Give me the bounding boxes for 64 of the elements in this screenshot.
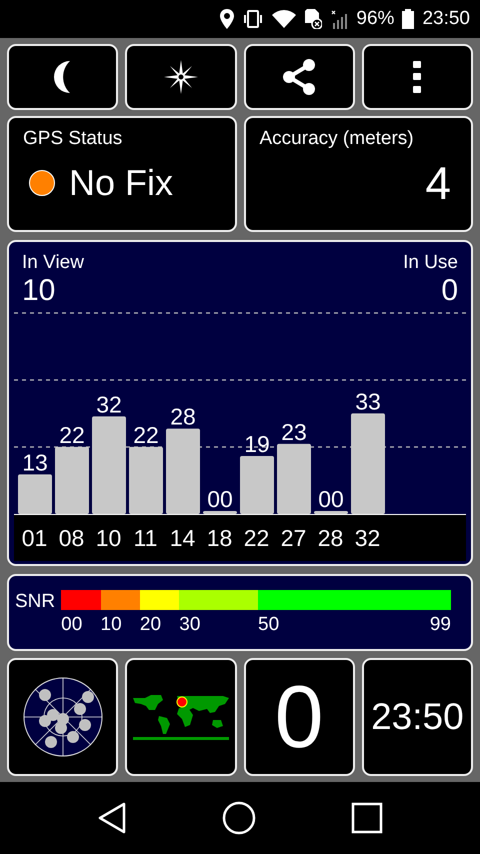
gps-status-value: No Fix <box>69 162 174 204</box>
clock-time: 23:50 <box>371 696 464 738</box>
satellite-id: 01 <box>20 524 48 552</box>
signal-bar <box>55 446 89 514</box>
satellite-id: 14 <box>168 524 196 552</box>
recents-icon <box>350 802 383 834</box>
snr-tick-label: 10 <box>100 614 122 636</box>
signal-bar <box>203 511 237 514</box>
in-use-label: In Use <box>403 252 458 274</box>
location-pin-icon <box>220 9 234 29</box>
signal-icon <box>330 9 348 29</box>
share-button[interactable] <box>244 44 355 110</box>
accuracy-value: 4 <box>425 156 451 210</box>
snr-tick-label: 30 <box>179 614 200 636</box>
battery-percent: 96% <box>356 8 394 30</box>
compass-rose-icon <box>164 60 198 94</box>
battery-icon <box>402 9 414 29</box>
home-icon <box>222 801 256 835</box>
night-mode-button[interactable] <box>7 44 118 110</box>
signal-value: 13 <box>22 449 48 476</box>
snr-tick-label: 99 <box>430 614 451 636</box>
satellite-id: 32 <box>354 524 382 552</box>
signal-value: 22 <box>59 422 85 448</box>
satellite-id: 22 <box>242 524 270 552</box>
in-view-label: In View <box>22 252 84 274</box>
satellite-id: 10 <box>94 524 122 552</box>
world-map-tile[interactable] <box>125 658 236 776</box>
compass-button[interactable] <box>125 44 236 110</box>
back-icon <box>97 802 128 834</box>
share-icon <box>282 59 316 95</box>
gps-status-title: GPS Status <box>23 128 124 150</box>
satellite-id: 18 <box>206 524 234 552</box>
signal-value: 00 <box>207 486 233 512</box>
satellites-used-count: 0 <box>274 666 324 768</box>
signal-value: 22 <box>133 422 159 448</box>
in-view-count: 10 <box>22 274 56 308</box>
snr-tick-label: 20 <box>140 614 162 636</box>
signal-value: 23 <box>281 418 307 445</box>
in-use-count: 0 <box>441 274 458 308</box>
signal-bar <box>18 474 52 514</box>
signal-bar <box>277 444 311 514</box>
satellite-id: 28 <box>316 524 344 552</box>
sky-view-tile[interactable] <box>7 658 118 776</box>
vibrate-icon <box>242 10 264 28</box>
snr-tick-label: 00 <box>61 614 82 636</box>
sd-card-icon <box>304 9 322 29</box>
accuracy-title: Accuracy (meters) <box>260 128 415 150</box>
signal-bar <box>240 456 274 514</box>
signal-bar <box>129 446 163 514</box>
signal-value: 00 <box>318 486 344 512</box>
signal-value: 19 <box>244 431 270 458</box>
signal-value: 33 <box>355 388 381 414</box>
status-time: 23:50 <box>422 8 470 30</box>
satellite-id: 08 <box>58 524 86 552</box>
wifi-icon <box>272 10 296 28</box>
more-icon <box>413 61 422 93</box>
signal-value: 28 <box>170 404 196 430</box>
snr-tick-label: 50 <box>258 614 280 636</box>
satellite-id: 11 <box>132 524 158 552</box>
satellite-id: 27 <box>280 524 308 552</box>
more-button[interactable] <box>362 44 473 110</box>
signal-value: 32 <box>96 391 122 418</box>
snr-label: SNR <box>15 590 56 614</box>
signal-bar <box>314 511 348 514</box>
